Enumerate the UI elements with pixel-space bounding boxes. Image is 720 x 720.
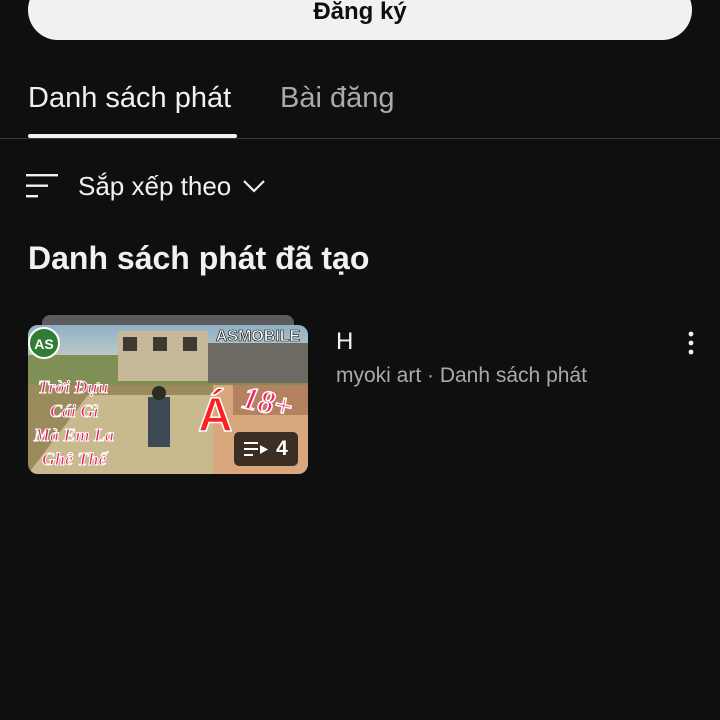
playlist-icon: [244, 442, 269, 456]
thumbnail-caption-line: Cái Gì: [50, 401, 99, 421]
thumbnail-caption-line: Ghê Thế: [42, 449, 109, 469]
playlist-item[interactable]: AS ASMOBILE Trời Đựu Cái Gì Mà Em La Ghê…: [28, 315, 708, 478]
sort-icon: [26, 174, 58, 198]
video-count-badge: 4: [234, 432, 298, 466]
thumbnail-caption-line: Mà Em La: [33, 425, 114, 445]
thumbnail-big-letter: Á: [198, 388, 233, 442]
sort-label: Sắp xếp theo: [78, 170, 232, 201]
tab-posts[interactable]: Bài đăng: [280, 82, 395, 115]
thumbnail-badge: AS: [34, 336, 53, 352]
thumbnail-logo: ASMOBILE: [216, 328, 301, 345]
section-title: Danh sách phát đã tạo: [28, 240, 370, 276]
more-options-icon[interactable]: [678, 330, 704, 356]
video-count: 4: [276, 437, 288, 460]
playlist-thumbnail[interactable]: AS ASMOBILE Trời Đựu Cái Gì Mà Em La Ghê…: [28, 325, 308, 474]
active-tab-indicator: [28, 134, 237, 138]
chevron-down-icon: [243, 180, 266, 193]
sort-dropdown[interactable]: Sắp xếp theo: [26, 166, 266, 206]
channel-tabs: Danh sách phát Bài đăng: [0, 74, 720, 139]
playlist-meta: myoki art · Danh sách phát: [336, 364, 587, 387]
subscribe-button[interactable]: Đăng ký: [28, 0, 692, 40]
tab-playlists[interactable]: Danh sách phát: [28, 82, 231, 115]
thumbnail-caption-line: Trời Đựu: [38, 377, 108, 397]
subscribe-label: Đăng ký: [313, 0, 407, 25]
playlist-title[interactable]: H: [336, 328, 353, 356]
